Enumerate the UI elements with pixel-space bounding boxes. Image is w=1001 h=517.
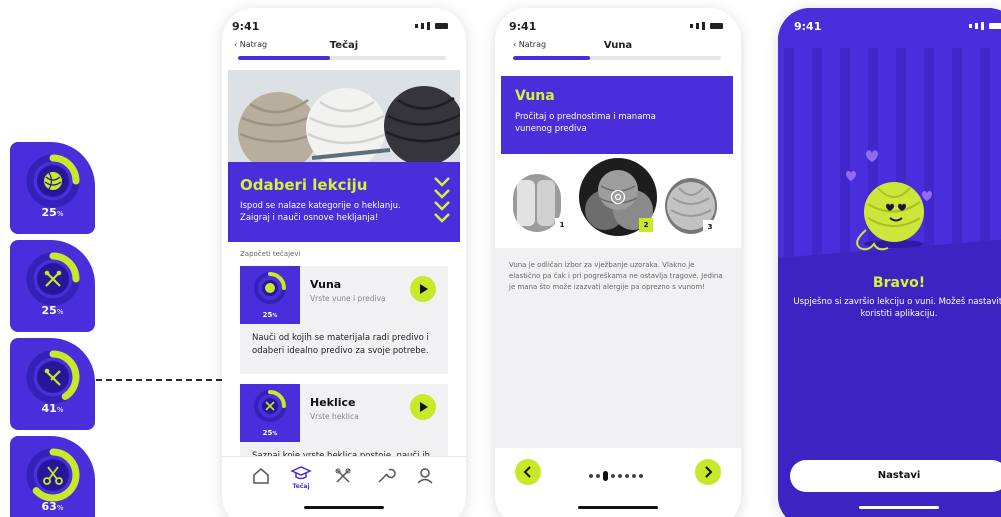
back-button[interactable]: ‹ Natrag (234, 40, 267, 49)
lesson-percent: 25% (262, 429, 278, 437)
profile-icon[interactable] (414, 465, 436, 487)
status-time: 9:41 (794, 20, 822, 33)
lesson-description: Nauči od kojih se materijala radi prediv… (252, 333, 429, 356)
lesson-thumbnail: 25% (240, 384, 300, 442)
lesson-card-vuna[interactable]: 25% Vuna Vrste vune i prediva Nauči od k… (240, 266, 448, 374)
progress-card-needles[interactable]: 25% (10, 240, 95, 332)
course-banner: Odaberi lekciju Ispod se nalaze kategori… (228, 162, 460, 242)
needles-icon[interactable] (332, 465, 354, 487)
lesson-subtitle: Vrste heklica (310, 412, 359, 421)
home-indicator (859, 506, 939, 509)
phone-success-screen: 9:41 Bravo! Uspješno si završio lekciju … (778, 8, 1001, 517)
needles-icon (37, 263, 69, 295)
progress-card-crochet[interactable]: 41% (10, 338, 95, 430)
banner-title: Vuna (515, 88, 555, 104)
lesson-title: Heklice (310, 396, 356, 409)
play-button[interactable] (410, 276, 436, 302)
nav-title: Tečaj (329, 40, 359, 51)
status-time: 9:41 (509, 20, 537, 33)
progress-percent: 25% (41, 304, 64, 317)
striped-background (778, 8, 1001, 517)
crochet-hook-icon (37, 361, 69, 393)
yarn-photo (228, 70, 460, 162)
success-message: Uspješno si završio lekciju o vuni. Može… (793, 297, 1001, 319)
play-button[interactable] (410, 394, 436, 420)
back-button[interactable]: ‹ Natrag (513, 40, 546, 49)
chevron-left-icon: ‹ (234, 40, 238, 49)
play-icon (420, 284, 428, 294)
progress-percent: 63% (41, 500, 64, 513)
yarn-ball-icon (262, 280, 278, 296)
chevron-down-icon (434, 177, 450, 223)
previous-button[interactable] (515, 459, 541, 485)
chevron-left-icon: ‹ (513, 40, 517, 49)
needles-icon (262, 398, 278, 414)
home-indicator (304, 506, 384, 509)
continue-button[interactable]: Nastavi (790, 460, 1001, 492)
yarn-mascot-illustration (846, 150, 932, 251)
yarn-ball-icon (37, 165, 69, 197)
nav-title: Vuna (603, 40, 633, 51)
zoom-icon (610, 189, 626, 205)
showcase-canvas: 25% 25% 41% 63% 9:41 ‹ Natrag Tečaj Odab… (0, 0, 1001, 517)
next-button[interactable] (695, 459, 721, 485)
page-dot[interactable] (596, 474, 600, 478)
lesson-title: Vuna (310, 278, 342, 291)
lesson-card-heklice[interactable]: 25% Heklice Vrste heklica Saznaj koje vr… (240, 384, 448, 464)
connector-line (96, 379, 222, 381)
progress-percent: 25% (41, 206, 64, 219)
page-dot[interactable] (625, 474, 629, 478)
scissors-icon (37, 459, 69, 491)
play-icon (420, 402, 428, 412)
lesson-body-text: Vuna je odličan izbor za vježbanje uzora… (509, 261, 723, 291)
tab-tecaj[interactable]: Tečaj (290, 465, 312, 495)
lesson-progress-bar (513, 56, 721, 60)
progress-card-yarn[interactable]: 25% (10, 142, 95, 234)
tools-icon[interactable] (374, 465, 396, 487)
lesson-subtitle: Vrste vune i prediva (310, 294, 386, 303)
section-label: Započeti tečajevi (240, 250, 301, 258)
lesson-thumbnail: 25% (240, 266, 300, 324)
home-icon[interactable] (250, 465, 272, 487)
home-indicator (578, 506, 658, 509)
tab-label: Tečaj (292, 483, 310, 490)
graduation-cap-icon (290, 466, 312, 480)
yarn-badge: 1 (555, 218, 569, 232)
chevron-left-icon (523, 466, 531, 478)
lesson-percent: 25% (262, 311, 278, 319)
progress-card-scissors[interactable]: 63% (10, 436, 95, 517)
banner-description: Ispod se nalaze kategorije o heklanju. Z… (240, 201, 401, 223)
lesson-text-panel: Vuna je odličan izbor za vježbanje uzora… (495, 248, 741, 448)
status-icons (690, 22, 723, 30)
page-dot[interactable] (603, 471, 608, 481)
status-icons (969, 22, 1001, 30)
yarn-badge: 2 (639, 218, 653, 232)
banner-description: Pročitaj o prednostima i manama vunenog … (515, 112, 656, 134)
page-dot[interactable] (639, 474, 643, 478)
status-icons (415, 22, 448, 30)
yarn-badge: 3 (703, 220, 717, 234)
phone-course-screen: 9:41 ‹ Natrag Tečaj Odaberi lekciju Ispo… (222, 8, 466, 517)
page-dot[interactable] (611, 474, 615, 478)
status-time: 9:41 (232, 20, 260, 33)
phone-lesson-screen: 9:41 ‹ Natrag Vuna Vuna Pročitaj o predn… (495, 8, 741, 517)
lesson-banner: Vuna Pročitaj o prednostima i manama vun… (501, 76, 733, 154)
course-progress-bar (238, 56, 446, 60)
banner-title: Odaberi lekciju (240, 176, 368, 194)
page-dot[interactable] (618, 474, 622, 478)
success-title: Bravo! (872, 275, 926, 291)
page-dot[interactable] (589, 474, 593, 478)
page-indicator (589, 471, 643, 481)
page-dot[interactable] (632, 474, 636, 478)
yarn-option-1[interactable] (513, 174, 561, 232)
progress-percent: 41% (41, 402, 64, 415)
chevron-right-icon (705, 466, 713, 478)
